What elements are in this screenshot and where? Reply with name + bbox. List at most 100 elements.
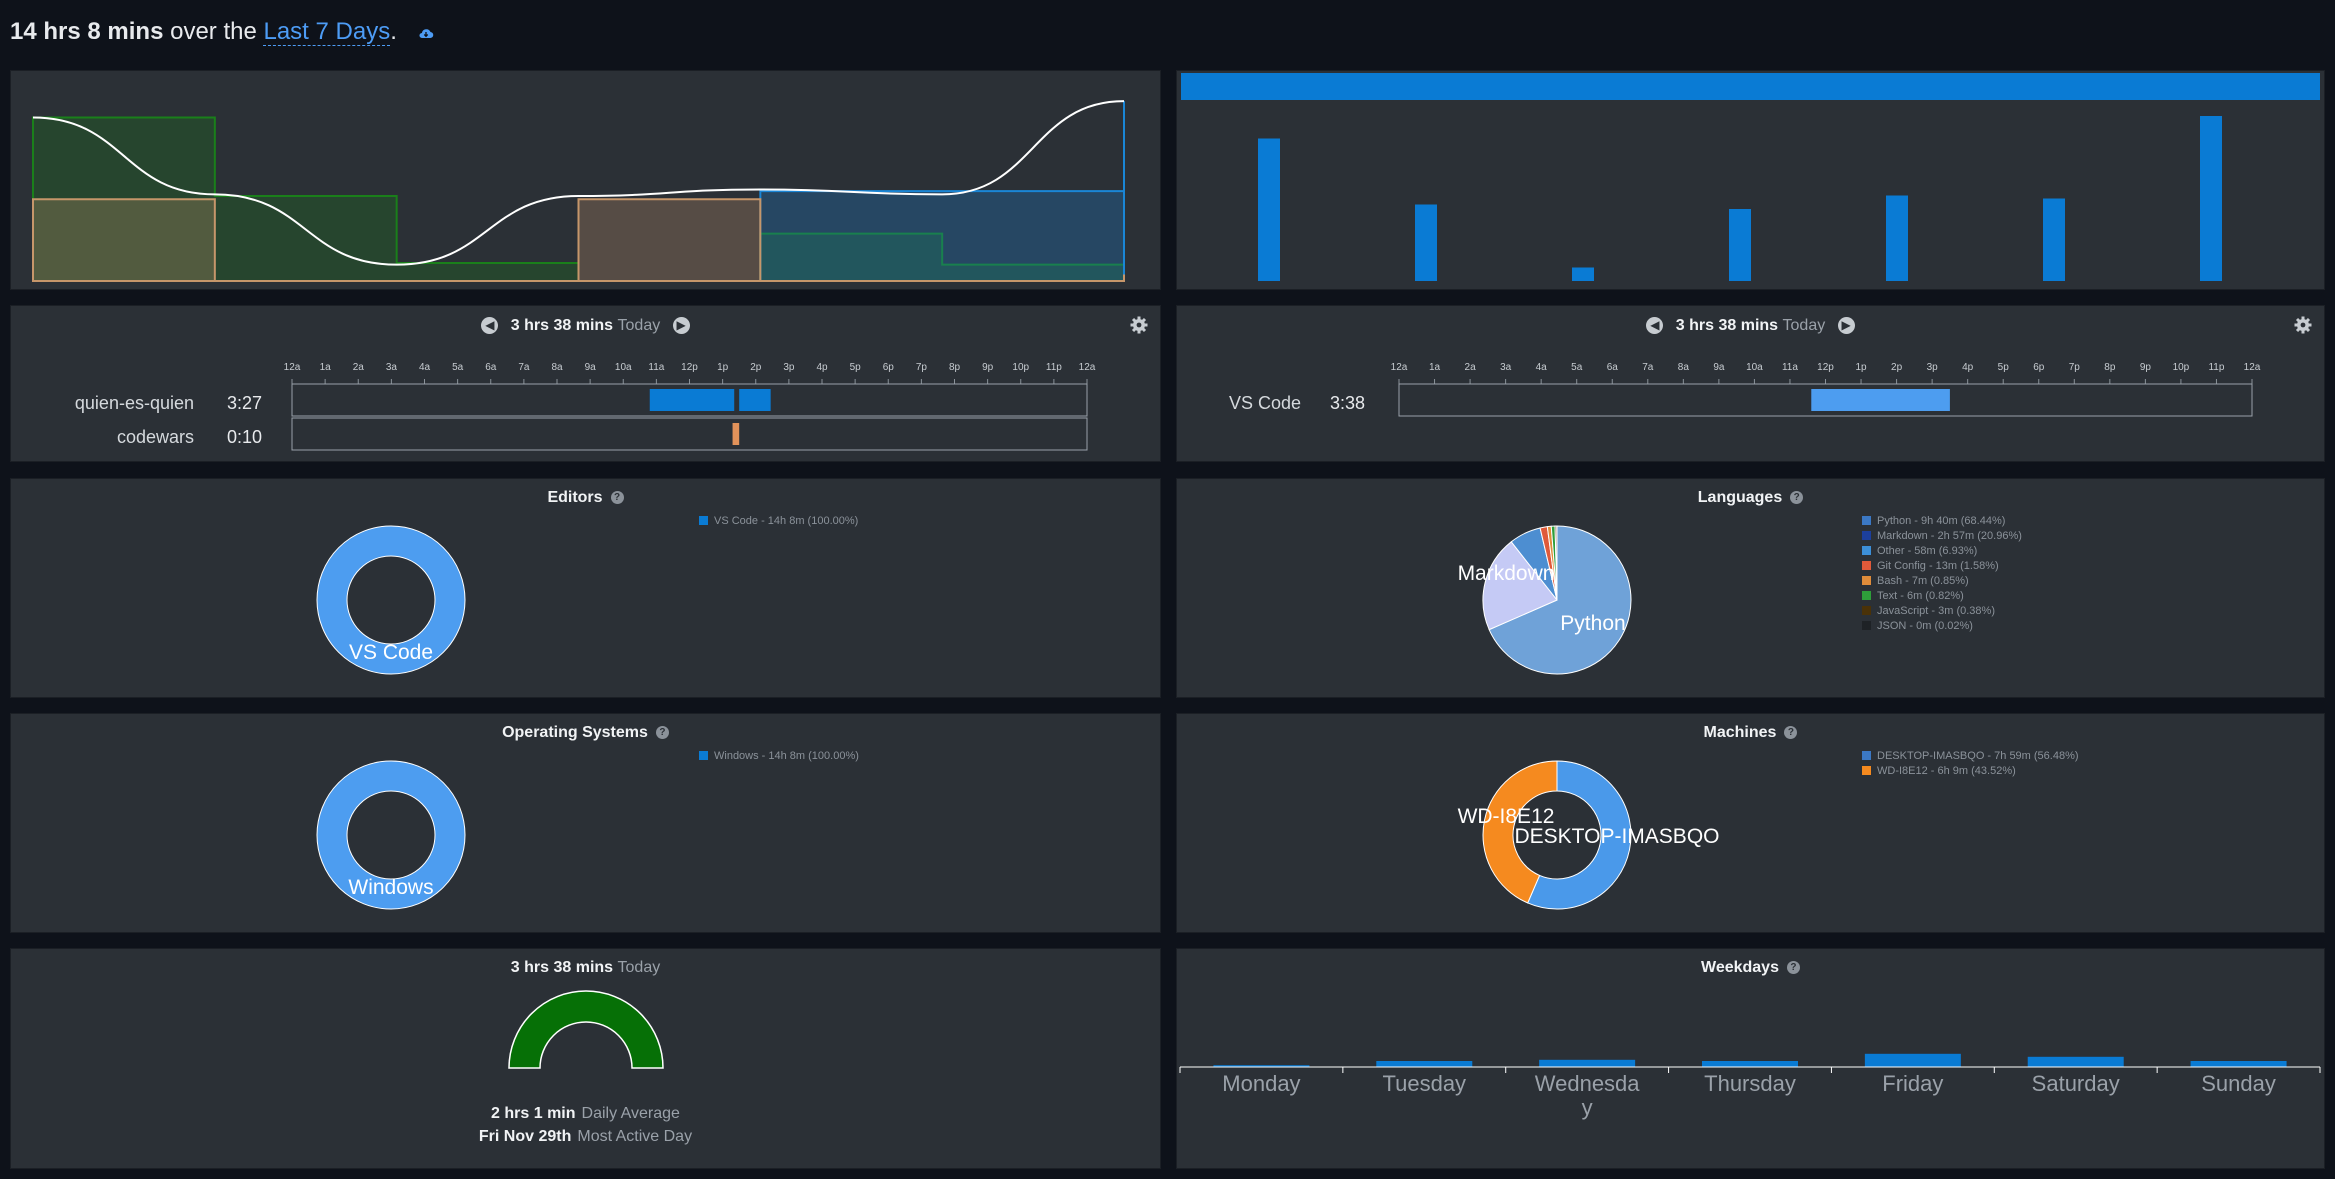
daily-bar bbox=[1258, 138, 1280, 281]
daily-bars-panel bbox=[1176, 70, 2325, 290]
activity-block bbox=[739, 389, 771, 411]
legend-item: VS Code - 14h 8m (100.00%) bbox=[699, 514, 858, 529]
range-link[interactable]: Last 7 Days bbox=[263, 18, 391, 46]
hour-label: 4a bbox=[419, 362, 431, 373]
legend-swatch bbox=[1862, 515, 1871, 525]
hour-label: 8a bbox=[551, 362, 563, 373]
hour-label: 2p bbox=[1891, 362, 1903, 373]
languages-panel: Languages? Python Markdown Python - 9h 40… bbox=[1176, 478, 2325, 698]
gauge-arc bbox=[508, 990, 664, 1069]
hour-label: 12p bbox=[1817, 362, 1834, 373]
weekday-label: Sunday bbox=[2201, 1071, 2276, 1096]
hour-label: 3a bbox=[1500, 362, 1512, 373]
legend-item: Python - 9h 40m (68.44%) bbox=[1862, 514, 2022, 529]
donut-label: VS Code bbox=[349, 641, 433, 664]
weekday-bar bbox=[1864, 1053, 1961, 1067]
machines-legend: DESKTOP-IMASBQO - 7h 59m (56.48%) WD-I8E1… bbox=[1862, 749, 2079, 779]
hour-label: 5a bbox=[452, 362, 464, 373]
legend-text: JavaScript - 3m (0.38%) bbox=[1877, 605, 1995, 617]
legend-item: JavaScript - 3m (0.38%) bbox=[1862, 604, 2022, 619]
weekday-label: Thursday bbox=[1704, 1071, 1796, 1096]
languages-legend: Python - 9h 40m (68.44%) Markdown - 2h 57… bbox=[1862, 514, 2022, 634]
legend-item: Text - 6m (0.82%) bbox=[1862, 589, 2022, 604]
os-legend: Windows - 14h 8m (100.00%) bbox=[699, 749, 859, 764]
hour-label: 10a bbox=[1746, 362, 1763, 373]
hour-label: 11p bbox=[2208, 362, 2224, 373]
cloud-download-icon[interactable] bbox=[418, 19, 434, 47]
editor-name[interactable]: VS Code bbox=[1229, 393, 1301, 414]
timeline-row bbox=[291, 417, 1088, 451]
hour-label: 9a bbox=[1713, 362, 1725, 373]
hour-label: 3a bbox=[386, 362, 398, 373]
hour-label: 3p bbox=[1927, 362, 1939, 373]
hour-label: 10p bbox=[2173, 362, 2190, 373]
hour-label: 12p bbox=[681, 362, 698, 373]
daily-bar bbox=[1886, 195, 1908, 281]
weekday-label: Saturday bbox=[2032, 1071, 2120, 1096]
hour-label: 1p bbox=[717, 362, 729, 373]
most-active-day: Fri Nov 29th Most Active Day bbox=[478, 1128, 693, 1145]
project-time: 3:27 bbox=[227, 393, 263, 413]
legend-text: Other - 58m (6.93%) bbox=[1877, 545, 1978, 557]
legend-item: Markdown - 2h 57m (20.96%) bbox=[1862, 529, 2022, 544]
hour-label: 5a bbox=[1571, 362, 1583, 373]
hour-label: 2a bbox=[353, 362, 365, 373]
legend-swatch bbox=[1862, 560, 1871, 570]
legend-item: JSON - 0m (0.02%) bbox=[1862, 619, 2022, 634]
pie-label: Python bbox=[1560, 612, 1625, 635]
hour-label: 6a bbox=[485, 362, 497, 373]
editor-time: 3:38 bbox=[1330, 393, 1366, 413]
hour-label: 11a bbox=[1782, 362, 1798, 373]
legend-swatch bbox=[1862, 605, 1871, 615]
weekday-label: Monday bbox=[1222, 1071, 1300, 1096]
machines-panel: Machines? WD-I8E12 DESKTOP-IMASBQO DESKTO… bbox=[1176, 713, 2325, 933]
hour-label: 4p bbox=[1962, 362, 1974, 373]
hour-label: 6p bbox=[2033, 362, 2045, 373]
legend-text: Bash - 7m (0.85%) bbox=[1877, 575, 1969, 587]
legend-swatch bbox=[1862, 590, 1871, 600]
daily-bar bbox=[2043, 198, 2065, 281]
project-name[interactable]: quien-es-quien bbox=[75, 393, 194, 414]
activity-block bbox=[732, 423, 740, 445]
hour-label: 7p bbox=[2069, 362, 2081, 373]
activity-chart-panel bbox=[10, 70, 1161, 290]
editors-legend: VS Code - 14h 8m (100.00%) bbox=[699, 514, 858, 529]
daily-bar-chart bbox=[1181, 73, 2320, 281]
legend-item: Other - 58m (6.93%) bbox=[1862, 544, 2022, 559]
hour-label: 11p bbox=[1046, 362, 1062, 373]
os-donut: Windows bbox=[316, 760, 466, 910]
pie-label: Markdown bbox=[1458, 562, 1555, 585]
donut-label: DESKTOP-IMASBQO bbox=[1515, 825, 1720, 848]
hour-label: 8a bbox=[1678, 362, 1690, 373]
hour-label: 7p bbox=[916, 362, 928, 373]
languages-pie: Python Markdown bbox=[1458, 525, 1632, 675]
hour-label: 6a bbox=[1607, 362, 1619, 373]
project-time: 0:10 bbox=[227, 427, 263, 447]
hour-label: 10a bbox=[615, 362, 632, 373]
editors-donut: VS Code bbox=[316, 525, 466, 675]
hour-label: 7a bbox=[518, 362, 530, 373]
hour-label: 5p bbox=[850, 362, 862, 373]
hour-label: 8p bbox=[949, 362, 961, 373]
daily-bar bbox=[1729, 209, 1751, 281]
hour-label: 2p bbox=[750, 362, 762, 373]
weekday-bar bbox=[1376, 1061, 1473, 1067]
os-panel: Operating Systems? Windows Windows - 14h… bbox=[10, 713, 1161, 933]
donut-label: Windows bbox=[348, 876, 433, 899]
activity-block bbox=[649, 389, 735, 411]
legend-swatch bbox=[1862, 620, 1871, 630]
total-time: 14 hrs 8 mins bbox=[10, 18, 164, 45]
weekday-label: Wednesda y bbox=[1535, 1071, 1641, 1120]
hour-label: 1a bbox=[320, 362, 332, 373]
editors-timeline-panel: ◀ 3 hrs 38 mins Today ▶ 12a 1a 2a 3a 4a 5a 6a 7… bbox=[1176, 305, 2325, 462]
weekday-bar bbox=[2027, 1056, 2124, 1067]
projects-timeline-panel: ◀ 3 hrs 38 mins Today ▶ 12a 1a 2a 3a 4a 5a 6a 7… bbox=[10, 305, 1161, 462]
legend-item: Windows - 14h 8m (100.00%) bbox=[699, 749, 859, 764]
daily-bar bbox=[1415, 204, 1437, 281]
editors-timeline: 12a 1a 2a 3a 4a 5a 6a 7a 8a 9a 10a 11a 12p 1p 2p 3p 4p 5p… bbox=[1391, 362, 2261, 417]
legend-swatch bbox=[1862, 530, 1871, 540]
weekdays-panel: Weekdays? Monday Tuesday Wednesda y Thursday… bbox=[1176, 948, 2325, 1169]
summary-header: 14 hrs 8 mins over the Last 7 Days. bbox=[10, 18, 434, 47]
legend-swatch bbox=[1862, 750, 1871, 760]
project-name[interactable]: codewars bbox=[117, 427, 194, 448]
